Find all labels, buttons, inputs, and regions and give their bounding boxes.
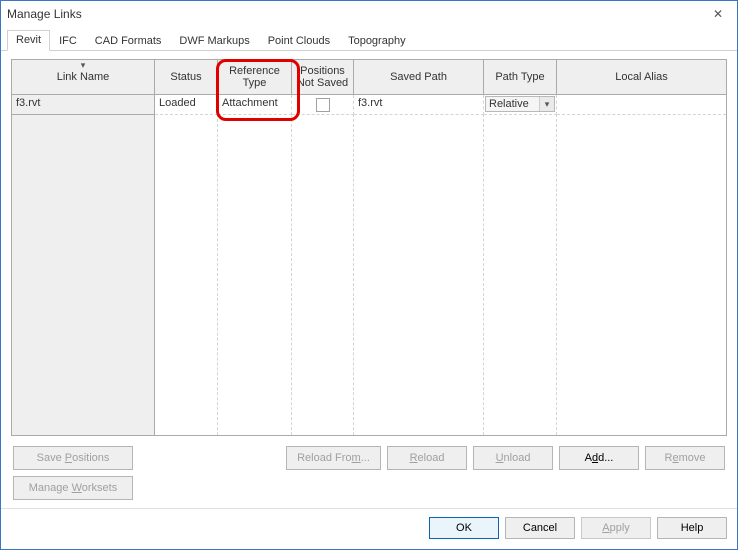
manage-links-dialog: Manage Links ✕ Revit IFC CAD Formats DWF…: [0, 0, 738, 550]
tab-dwf-markups[interactable]: DWF Markups: [170, 31, 258, 51]
cancel-button[interactable]: Cancel: [505, 517, 575, 539]
cell-alias[interactable]: [557, 95, 726, 115]
cell-positions[interactable]: [292, 95, 354, 115]
chevron-down-icon: ▾: [539, 97, 554, 111]
content-area: ▾ Link Name Status Reference Type Positi…: [1, 51, 737, 508]
cell-status: Loaded: [155, 95, 218, 115]
column-header-positions-label: Positions Not Saved: [292, 65, 353, 89]
column-header-status[interactable]: Status: [155, 60, 218, 94]
action-buttons-row-1: Save Positions Reload From... Reload Unl…: [11, 436, 727, 470]
save-positions-button: Save Positions: [13, 446, 133, 470]
tabs: Revit IFC CAD Formats DWF Markups Point …: [1, 27, 737, 51]
grid-body: f3.rvt Loaded Attachment f3.rvt Relative…: [12, 95, 726, 435]
cell-reftype[interactable]: Attachment: [218, 95, 292, 115]
unload-button: Unload: [473, 446, 553, 470]
titlebar: Manage Links ✕: [1, 1, 737, 27]
apply-button: Apply: [581, 517, 651, 539]
pathtype-value: Relative: [489, 98, 529, 110]
remove-button: Remove: [645, 446, 725, 470]
action-buttons-row-2: Manage Worksets: [11, 470, 727, 500]
cell-linkname[interactable]: f3.rvt: [12, 95, 155, 115]
column-header-reftype-label: Reference Type: [218, 65, 291, 89]
tab-revit[interactable]: Revit: [7, 30, 50, 51]
tab-ifc[interactable]: IFC: [50, 31, 86, 51]
reload-button: Reload: [387, 446, 467, 470]
table-row[interactable]: f3.rvt Loaded Attachment f3.rvt Relative…: [12, 95, 726, 115]
grid-header: ▾ Link Name Status Reference Type Positi…: [12, 60, 726, 95]
help-button[interactable]: Help: [657, 517, 727, 539]
footer: OK Cancel Apply Help: [1, 508, 737, 549]
manage-worksets-button: Manage Worksets: [13, 476, 133, 500]
column-header-saved[interactable]: Saved Path: [354, 60, 484, 94]
close-icon: ✕: [713, 7, 723, 21]
add-button[interactable]: Add...: [559, 446, 639, 470]
column-header-alias[interactable]: Local Alias: [557, 60, 726, 94]
column-header-pathtype[interactable]: Path Type: [484, 60, 557, 94]
column-header-positions[interactable]: Positions Not Saved: [292, 60, 354, 94]
cell-pathtype[interactable]: Relative ▾: [484, 95, 557, 115]
column-header-reftype[interactable]: Reference Type: [218, 60, 292, 94]
window-title: Manage Links: [7, 7, 82, 21]
column-header-linkname-label: Link Name: [57, 71, 110, 83]
positions-checkbox[interactable]: [316, 98, 330, 112]
tab-point-clouds[interactable]: Point Clouds: [259, 31, 339, 51]
sort-indicator-icon: ▾: [81, 61, 86, 71]
cell-saved: f3.rvt: [354, 95, 484, 115]
column-header-linkname[interactable]: ▾ Link Name: [12, 60, 155, 94]
ok-button[interactable]: OK: [429, 517, 499, 539]
links-grid: ▾ Link Name Status Reference Type Positi…: [11, 59, 727, 436]
tab-topography[interactable]: Topography: [339, 31, 415, 51]
tab-cad-formats[interactable]: CAD Formats: [86, 31, 171, 51]
reload-from-button: Reload From...: [286, 446, 381, 470]
close-button[interactable]: ✕: [705, 3, 731, 25]
pathtype-dropdown[interactable]: Relative ▾: [485, 96, 555, 112]
